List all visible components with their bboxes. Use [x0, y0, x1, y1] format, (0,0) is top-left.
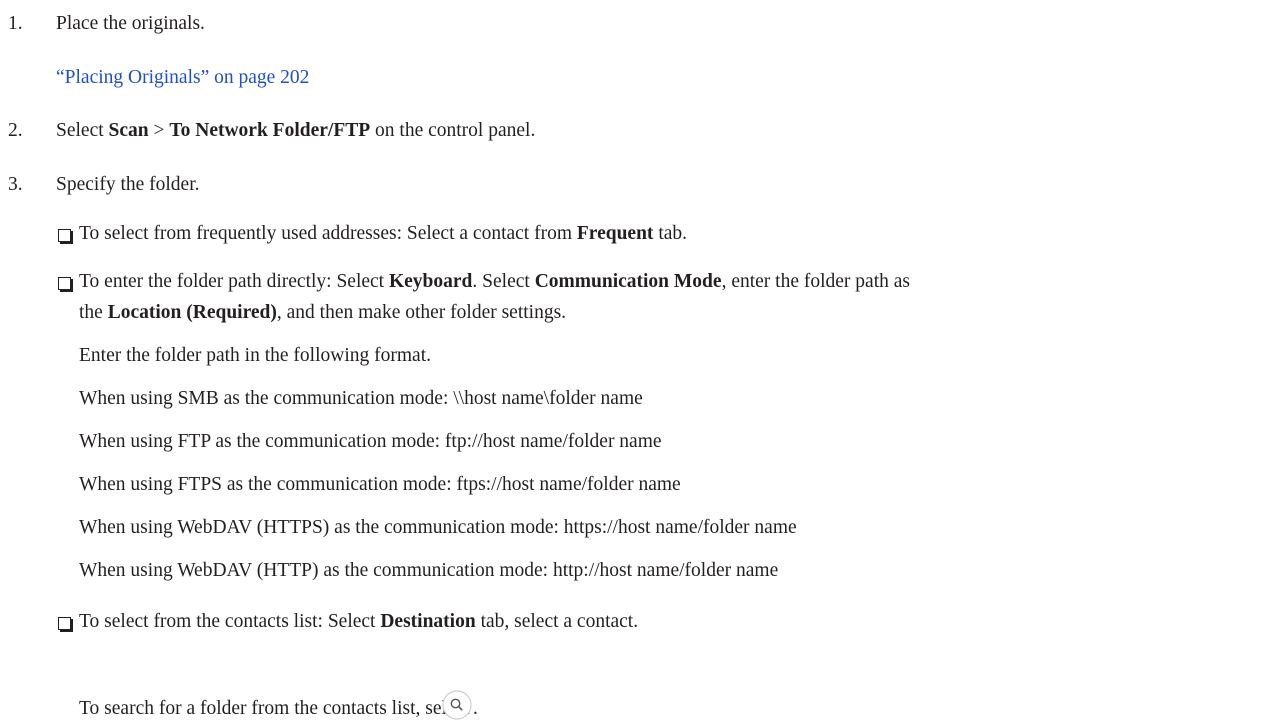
keyboard-label: Keyboard	[388, 271, 473, 292]
option-destination: To select from the contacts list: Select…	[79, 610, 638, 633]
option-keyboard-line2-pre: the	[79, 302, 108, 323]
option-keyboard-post: , enter the folder path as	[721, 271, 910, 292]
option-frequent-post: tab.	[653, 223, 688, 244]
step-2-separator: >	[148, 120, 170, 141]
step-1-text: Place the originals.	[56, 13, 205, 34]
frequent-label: Frequent	[576, 223, 654, 244]
step-1-number: 1.	[8, 13, 23, 34]
location-required-label: Location (Required)	[107, 302, 277, 323]
step-2-pre: Select	[56, 120, 109, 141]
option-keyboard-pre: To enter the folder path directly: Selec…	[79, 271, 389, 292]
search-instruction: To search for a folder from the contacts…	[79, 697, 470, 720]
communication-mode-label: Communication Mode	[534, 271, 722, 292]
to-network-folder-label: To Network Folder/FTP	[169, 120, 371, 141]
format-smb: When using SMB as the communication mode…	[79, 388, 643, 409]
format-ftps: When using FTPS as the communication mod…	[79, 474, 681, 495]
option-keyboard-line-1: To enter the folder path directly: Selec…	[79, 270, 910, 293]
step-3-number: 3.	[8, 174, 23, 195]
search-instruction-pre: To search for a folder from the contacts…	[79, 698, 470, 719]
option-keyboard-line-2: the Location (Required), and then make o…	[79, 301, 566, 324]
step-2-post: on the control panel.	[370, 120, 536, 141]
option-destination-pre: To select from the contacts list: Select	[79, 611, 381, 632]
search-icon	[442, 690, 472, 720]
format-ftp: When using FTP as the communication mode…	[79, 431, 662, 452]
format-webdav-http: When using WebDAV (HTTP) as the communic…	[79, 560, 779, 581]
step-2-number: 2.	[8, 120, 23, 141]
option-frequent: To select from frequently used addresses…	[79, 222, 687, 245]
search-instruction-end: .	[473, 698, 478, 719]
destination-label: Destination	[380, 611, 476, 632]
option-frequent-pre: To select from frequently used addresses…	[79, 223, 577, 244]
step-2-text: Select Scan > To Network Folder/FTP on t…	[56, 119, 535, 142]
checkbox-icon	[58, 229, 71, 242]
scan-label: Scan	[108, 120, 149, 141]
placing-originals-link[interactable]: “Placing Originals” on page 202	[56, 66, 309, 89]
step-3-text: Specify the folder.	[56, 174, 200, 195]
format-intro: Enter the folder path in the following f…	[79, 345, 431, 366]
checkbox-icon	[58, 617, 71, 630]
option-keyboard-line2-post: , and then make other folder settings.	[276, 302, 567, 323]
format-webdav-https: When using WebDAV (HTTPS) as the communi…	[79, 517, 797, 538]
option-keyboard-mid: . Select	[472, 271, 535, 292]
option-destination-post: tab, select a contact.	[475, 611, 639, 632]
checkbox-icon	[58, 277, 71, 290]
